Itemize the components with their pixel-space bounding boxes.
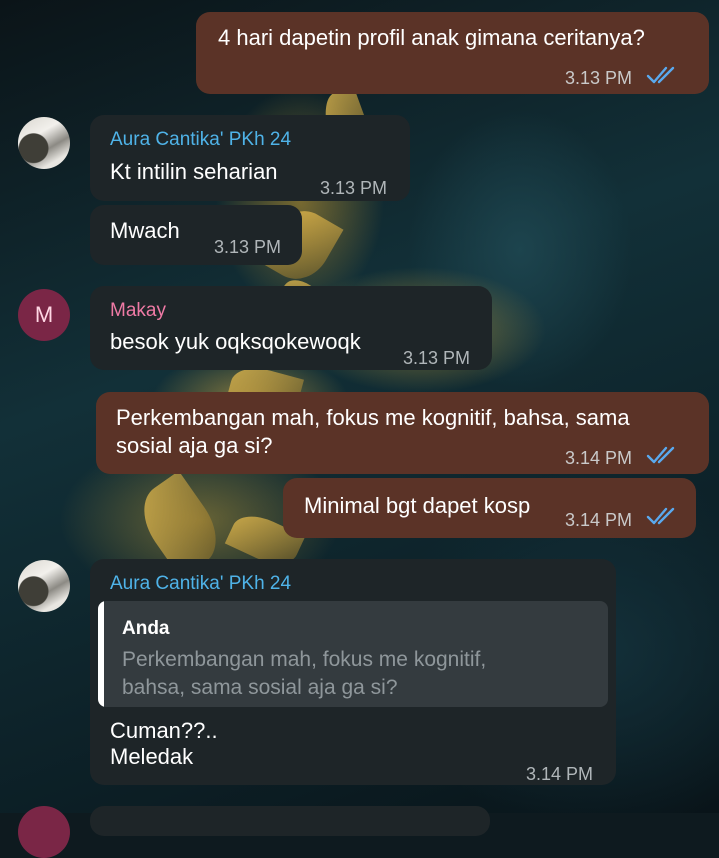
message-text: Minimal bgt dapet kosp (304, 493, 531, 518)
message-bubble-outgoing[interactable]: 4 hari dapetin profil anak gimana cerita… (196, 12, 709, 94)
message-text-line: Cuman??.. (110, 718, 218, 743)
sender-name[interactable]: Aura Cantika' PKh 24 (110, 570, 291, 598)
sender-name[interactable]: Makay (110, 297, 166, 325)
read-ticks-icon (646, 446, 675, 464)
reply-quote[interactable]: Anda Perkembangan mah, fokus me kognitif… (98, 601, 608, 707)
message-bubble-incoming[interactable] (90, 806, 490, 836)
avatar[interactable] (18, 560, 70, 612)
message-text-line: Perkembangan mah, fokus me kognitif, bah… (116, 405, 630, 430)
avatar[interactable] (18, 117, 70, 169)
avatar[interactable] (18, 806, 70, 858)
message-time: 3.14 PM (565, 448, 633, 468)
message-bubble-incoming[interactable]: Makay besok yuk oqksqokewoqk 3.13 PM (90, 286, 492, 370)
reply-author: Anda (122, 618, 170, 639)
message-text: 4 hari dapetin profil anak gimana cerita… (218, 25, 645, 50)
message-text: besok yuk oqksqokewoqk (110, 329, 361, 354)
message-time: 3.14 PM (526, 764, 594, 784)
message-bubble-incoming[interactable]: Mwach 3.13 PM (90, 205, 302, 265)
message-text: Mwach (110, 218, 180, 243)
reply-text-line: bahsa, sama sosial aja ga si? (122, 676, 398, 699)
message-bubble-outgoing[interactable]: Perkembangan mah, fokus me kognitif, bah… (96, 392, 709, 474)
message-bubble-incoming[interactable]: Aura Cantika' PKh 24 Kt intilin seharian… (90, 115, 410, 201)
read-ticks-icon (646, 66, 675, 84)
avatar[interactable]: M (18, 289, 70, 341)
reply-text-line: Perkembangan mah, fokus me kognitif, (122, 648, 487, 671)
message-time: 3.13 PM (214, 237, 282, 257)
message-text-line: sosial aja ga si? (116, 433, 273, 458)
message-bubble-outgoing[interactable]: Minimal bgt dapet kosp 3.14 PM (283, 478, 696, 538)
sender-name[interactable]: Aura Cantika' PKh 24 (110, 126, 291, 154)
message-text-line: Meledak (110, 744, 194, 769)
message-time: 3.13 PM (565, 68, 633, 88)
message-text: Kt intilin seharian (110, 159, 278, 184)
avatar-letter: M (34, 302, 54, 327)
message-bubble-incoming[interactable]: Aura Cantika' PKh 24 Anda Perkembangan m… (90, 559, 616, 785)
message-time: 3.13 PM (320, 178, 388, 198)
reply-quote-bar (98, 601, 104, 707)
message-time: 3.14 PM (565, 510, 633, 530)
message-time: 3.13 PM (403, 348, 471, 368)
read-ticks-icon (646, 507, 675, 525)
